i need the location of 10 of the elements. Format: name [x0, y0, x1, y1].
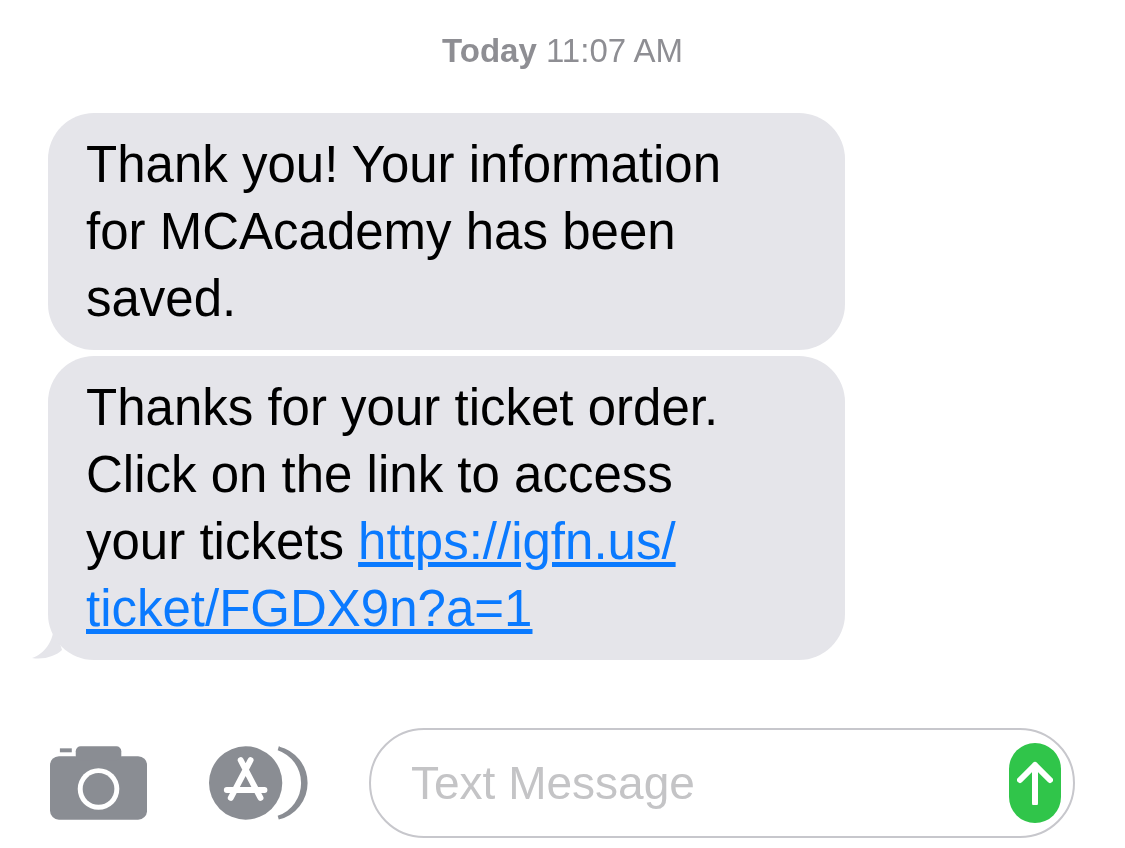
send-button[interactable] — [1009, 743, 1061, 823]
arrow-up-icon — [1017, 761, 1053, 805]
ticket-link[interactable]: https://igfn.us/ — [358, 513, 676, 570]
timestamp: Today 11:07 AM — [442, 31, 683, 71]
camera-icon[interactable] — [50, 746, 148, 820]
message-text: Thanks for your ticket order. Click on the link to access your tickets https://igfn.us/ ticket/FGDX9n?a=1 — [86, 378, 720, 639]
ticket-link[interactable]: ticket/FGDX9n?a=1 — [86, 580, 533, 637]
message-text: Thank you! Your information for MCAcademy has been saved. — [86, 135, 723, 329]
message-field[interactable]: Text Message — [369, 728, 1075, 838]
message-input-field[interactable]: Text Message — [411, 748, 1009, 818]
